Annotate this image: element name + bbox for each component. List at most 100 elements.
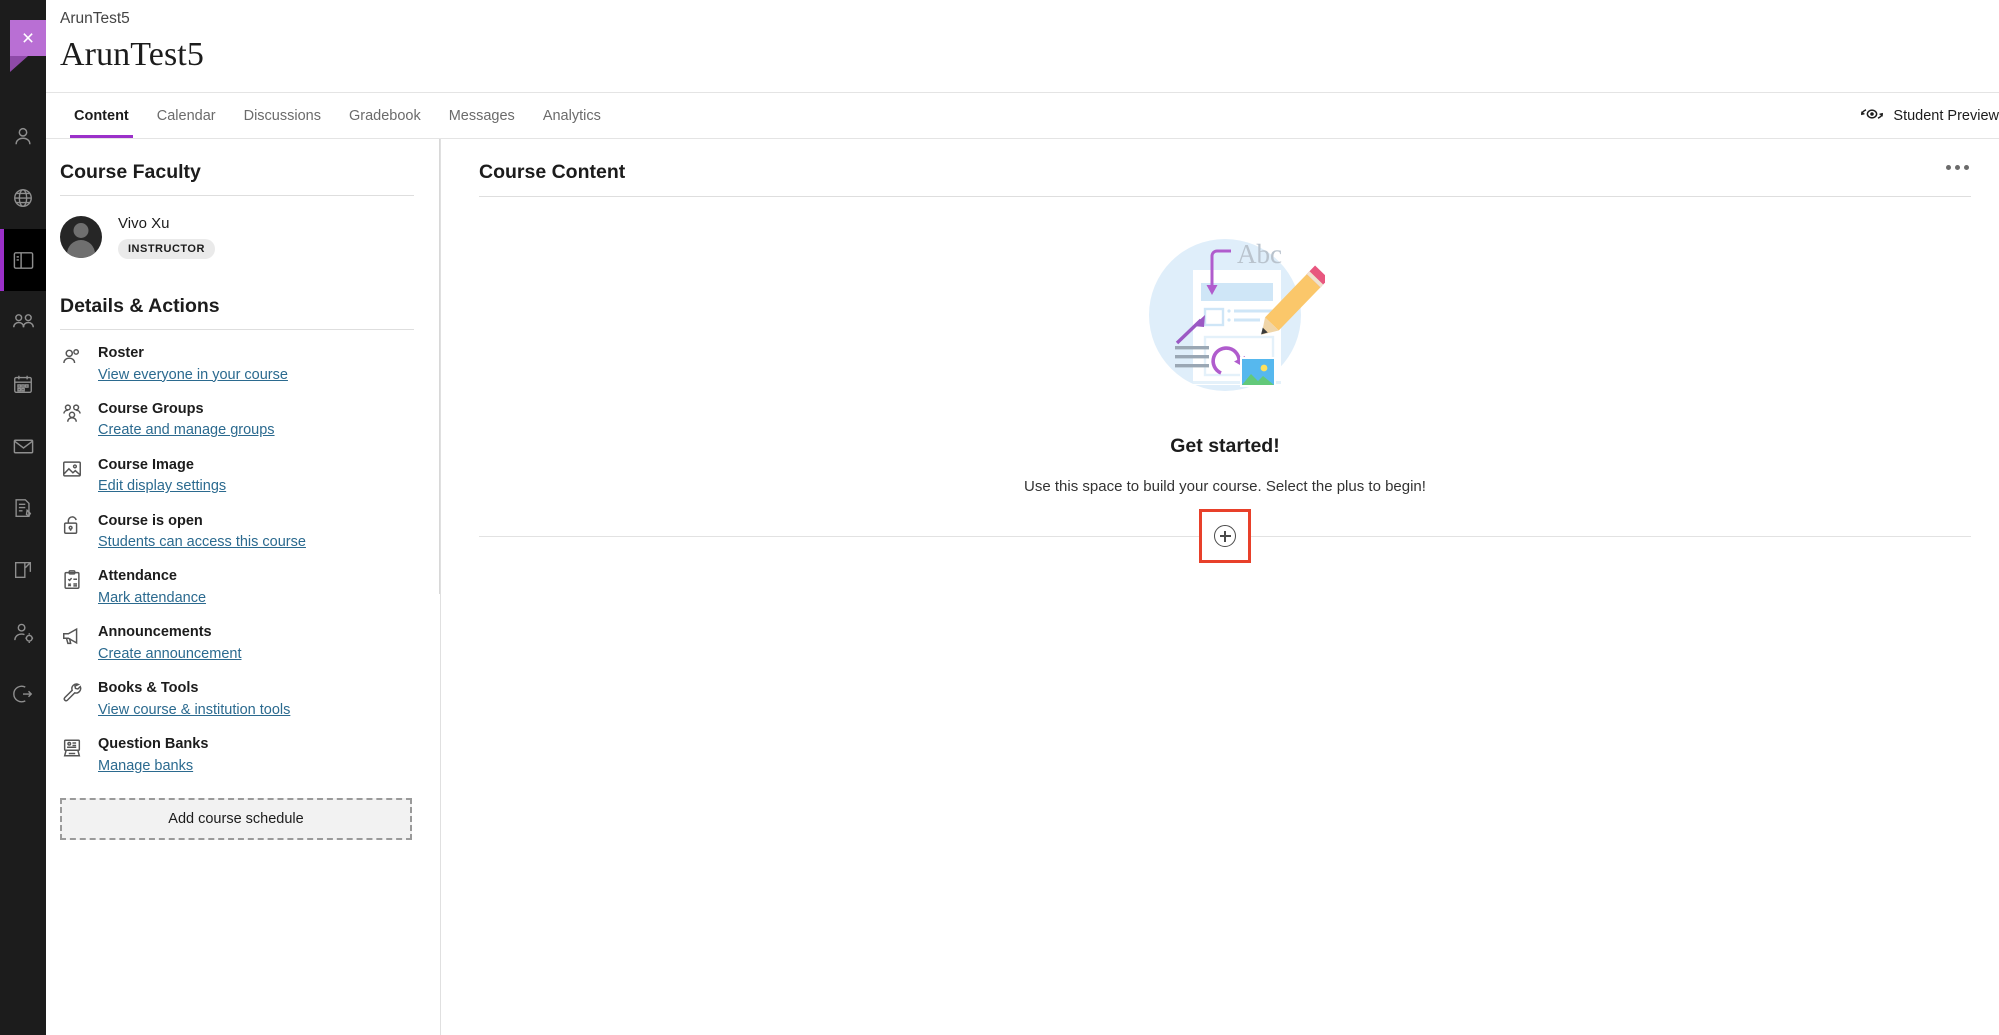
rail-item-tools[interactable] bbox=[0, 539, 46, 601]
detail-title: Question Banks bbox=[98, 736, 209, 753]
detail-link[interactable]: Create and manage groups bbox=[98, 420, 275, 440]
detail-link[interactable]: View everyone in your course bbox=[98, 365, 288, 385]
courses-icon bbox=[12, 249, 35, 272]
content-title: Course Content bbox=[479, 161, 626, 183]
tab-messages[interactable]: Messages bbox=[435, 93, 529, 138]
question-bank-icon bbox=[60, 735, 84, 761]
avatar-head bbox=[73, 223, 89, 238]
detail-item-question-banks[interactable]: Question Banks Manage banks bbox=[60, 735, 414, 776]
unlock-icon bbox=[60, 512, 84, 538]
calendar-icon bbox=[12, 373, 34, 395]
tab-analytics[interactable]: Analytics bbox=[529, 93, 615, 138]
detail-title: Attendance bbox=[98, 568, 177, 585]
avatar bbox=[60, 216, 102, 258]
tab-discussions[interactable]: Discussions bbox=[230, 93, 335, 138]
people-group-icon bbox=[12, 311, 35, 334]
faculty-member[interactable]: Vivo Xu INSTRUCTOR bbox=[60, 215, 414, 259]
rail-item-admin[interactable] bbox=[0, 601, 46, 663]
app-root: × ArunTest5 ArunTest5 Content Calendar D… bbox=[0, 0, 1999, 1035]
course-details-panel: Course Faculty Vivo Xu INSTRUCTOR Detail… bbox=[46, 139, 441, 1035]
course-tab-bar: Content Calendar Discussions Gradebook M… bbox=[46, 92, 1999, 139]
detail-item-course-groups[interactable]: Course Groups Create and manage groups bbox=[60, 400, 414, 441]
kebab-dot bbox=[1955, 165, 1960, 170]
kebab-dot bbox=[1946, 165, 1951, 170]
empty-state: Abc Get started! Use this space to build… bbox=[479, 197, 1971, 563]
svg-text:Abc: Abc bbox=[1237, 239, 1282, 269]
detail-title: Books & Tools bbox=[98, 680, 199, 697]
tab-content[interactable]: Content bbox=[60, 93, 143, 138]
globe-icon bbox=[12, 187, 34, 209]
avatar-body bbox=[67, 240, 95, 258]
rail-item-institution-page[interactable] bbox=[0, 167, 46, 229]
empty-state-heading: Get started! bbox=[1170, 435, 1280, 457]
groups-icon bbox=[60, 400, 84, 426]
rail-item-grades[interactable] bbox=[0, 477, 46, 539]
envelope-icon bbox=[12, 435, 35, 458]
detail-title: Course Groups bbox=[98, 400, 204, 417]
detail-text: Roster View everyone in your course bbox=[98, 344, 288, 385]
image-icon bbox=[60, 456, 84, 482]
detail-item-course-image[interactable]: Course Image Edit display settings bbox=[60, 456, 414, 497]
rail-item-sign-out[interactable] bbox=[0, 663, 46, 725]
status-badge: INSTRUCTOR bbox=[118, 239, 215, 259]
course-content-panel: Course Content Abc Get started! Use this… bbox=[441, 139, 1999, 1035]
detail-link[interactable]: Mark attendance bbox=[98, 588, 206, 608]
detail-text: Question Banks Manage banks bbox=[98, 735, 208, 776]
detail-link[interactable]: Students can access this course bbox=[98, 532, 306, 552]
course-content-illustration-icon: Abc bbox=[1125, 215, 1329, 415]
detail-item-attendance[interactable]: Attendance Mark attendance bbox=[60, 567, 414, 608]
detail-link[interactable]: View course & institution tools bbox=[98, 700, 290, 720]
detail-title: Announcements bbox=[98, 624, 212, 641]
rail-item-organizations[interactable] bbox=[0, 291, 46, 353]
document-pencil-icon bbox=[12, 497, 34, 519]
detail-item-roster[interactable]: Roster View everyone in your course bbox=[60, 344, 414, 385]
detail-text: Course Groups Create and manage groups bbox=[98, 400, 275, 441]
tab-list: Content Calendar Discussions Gradebook M… bbox=[60, 93, 615, 138]
course-faculty-heading: Course Faculty bbox=[60, 161, 414, 196]
detail-title: Course Image bbox=[98, 456, 194, 473]
more-options-button[interactable] bbox=[1944, 161, 1971, 174]
detail-text: Books & Tools View course & institution … bbox=[98, 679, 290, 720]
details-actions-heading: Details & Actions bbox=[60, 295, 414, 330]
clipboard-check-icon bbox=[60, 567, 84, 593]
main-column: ArunTest5 ArunTest5 Content Calendar Dis… bbox=[46, 0, 1999, 1035]
close-course-button[interactable]: × bbox=[10, 20, 46, 72]
student-preview-label: Student Preview bbox=[1893, 107, 1999, 124]
person-gear-icon bbox=[12, 621, 35, 644]
empty-state-subtext: Use this space to build your course. Sel… bbox=[1024, 478, 1426, 495]
rail-item-messages[interactable] bbox=[0, 415, 46, 477]
detail-link[interactable]: Manage banks bbox=[98, 756, 193, 776]
student-preview-button[interactable]: Student Preview bbox=[1860, 93, 1999, 138]
detail-title: Course is open bbox=[98, 512, 203, 529]
close-button-face: × bbox=[10, 20, 46, 56]
faculty-info: Vivo Xu INSTRUCTOR bbox=[118, 215, 215, 259]
tab-gradebook[interactable]: Gradebook bbox=[335, 93, 435, 138]
sign-out-icon bbox=[12, 683, 34, 705]
rail-item-calendar[interactable] bbox=[0, 353, 46, 415]
detail-text: Course Image Edit display settings bbox=[98, 456, 226, 497]
close-icon: × bbox=[21, 26, 35, 50]
kebab-dot bbox=[1964, 165, 1969, 170]
edit-square-icon bbox=[12, 559, 34, 581]
student-preview-icon bbox=[1860, 104, 1884, 128]
add-content-button[interactable] bbox=[1199, 509, 1251, 563]
global-navigation-rail: × bbox=[0, 0, 46, 1035]
rail-icon-list bbox=[0, 105, 46, 725]
breadcrumb[interactable]: ArunTest5 bbox=[60, 10, 1999, 29]
detail-title: Roster bbox=[98, 345, 144, 361]
add-course-schedule-button[interactable]: Add course schedule bbox=[60, 797, 412, 840]
detail-text: Course is open Students can access this … bbox=[98, 512, 306, 553]
detail-item-books-tools[interactable]: Books & Tools View course & institution … bbox=[60, 679, 414, 720]
add-content-divider bbox=[479, 509, 1971, 563]
body-area: Course Faculty Vivo Xu INSTRUCTOR Detail… bbox=[46, 139, 1999, 1035]
detail-item-course-open[interactable]: Course is open Students can access this … bbox=[60, 512, 414, 553]
tab-calendar[interactable]: Calendar bbox=[143, 93, 230, 138]
detail-text: Attendance Mark attendance bbox=[98, 567, 206, 608]
rail-item-profile[interactable] bbox=[0, 105, 46, 167]
detail-link[interactable]: Edit display settings bbox=[98, 476, 226, 496]
detail-link[interactable]: Create announcement bbox=[98, 644, 242, 664]
detail-item-announcements[interactable]: Announcements Create announcement bbox=[60, 623, 414, 664]
course-content-header: Course Content bbox=[479, 161, 1971, 197]
rail-item-courses[interactable] bbox=[0, 229, 46, 291]
course-header: ArunTest5 ArunTest5 bbox=[46, 0, 1999, 92]
